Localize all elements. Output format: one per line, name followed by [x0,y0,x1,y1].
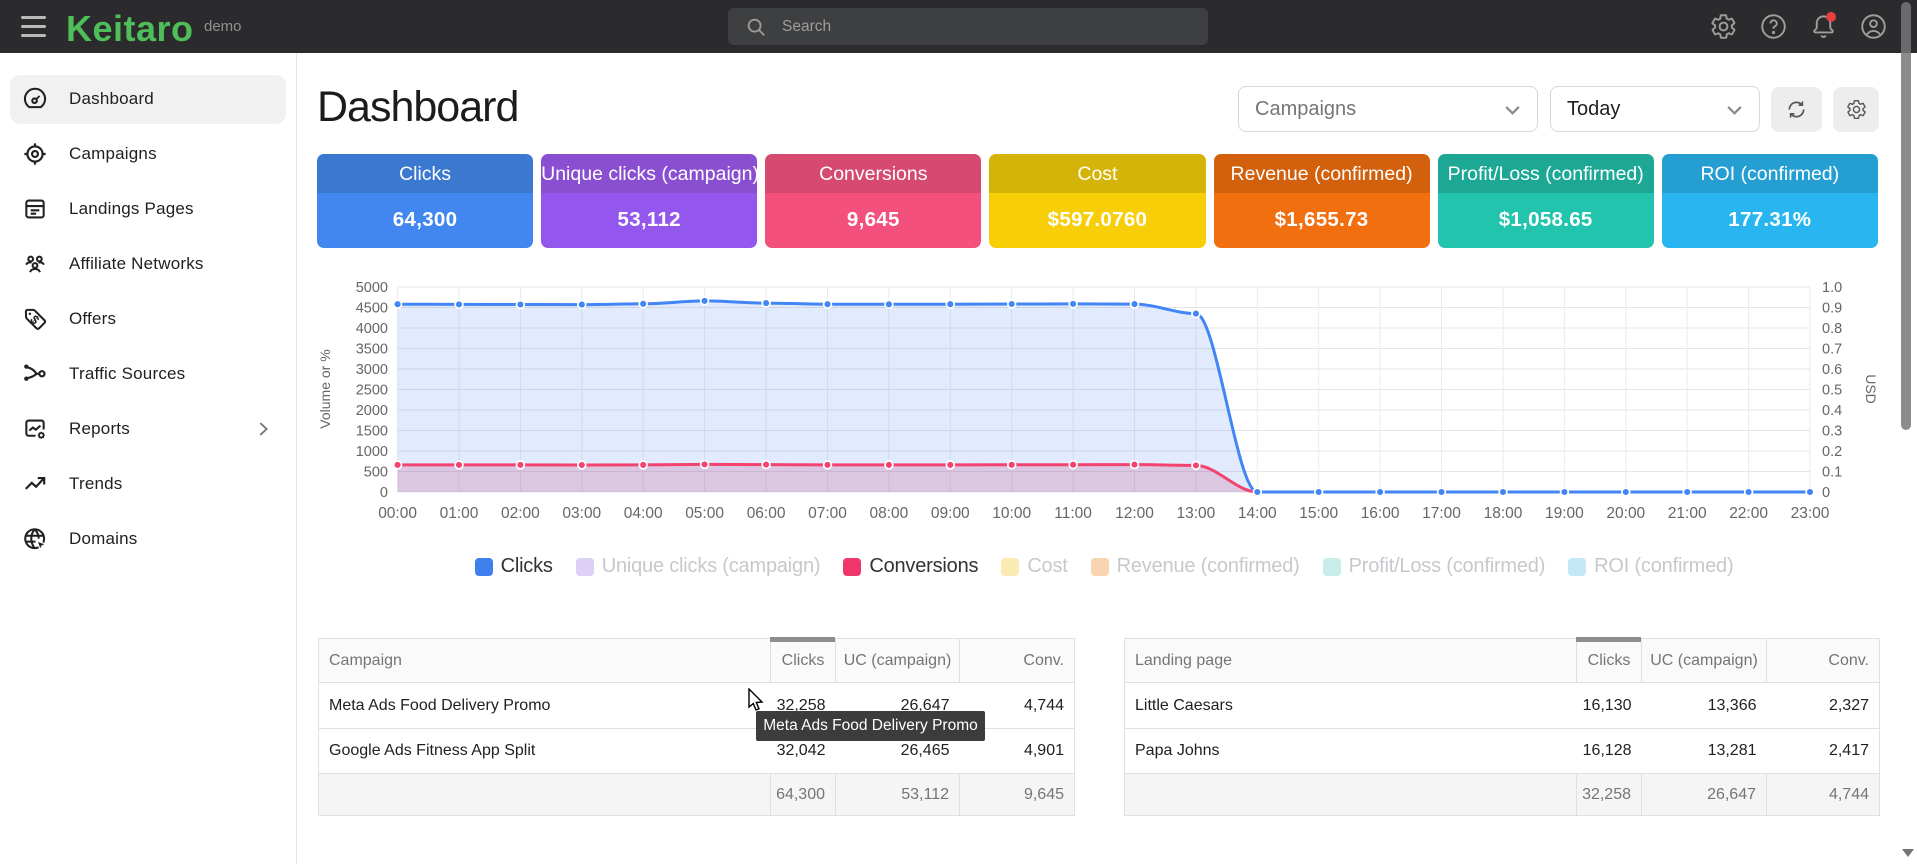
svg-text:0: 0 [380,485,388,501]
svg-text:0: 0 [1822,485,1830,501]
svg-text:0.5: 0.5 [1822,383,1842,399]
svg-text:5000: 5000 [356,280,388,296]
svg-text:22:00: 22:00 [1729,505,1768,522]
svg-text:0.9: 0.9 [1822,301,1842,317]
svg-text:4000: 4000 [356,321,388,337]
svg-text:00:00: 00:00 [378,505,417,522]
svg-text:11:00: 11:00 [1054,505,1092,522]
svg-text:17:00: 17:00 [1422,505,1461,522]
svg-text:01:00: 01:00 [440,505,479,522]
svg-text:1.0: 1.0 [1822,280,1842,296]
svg-text:0.8: 0.8 [1822,321,1842,337]
svg-text:0.3: 0.3 [1822,424,1842,440]
svg-text:USD: USD [1863,374,1879,404]
svg-text:05:00: 05:00 [685,505,724,522]
svg-text:07:00: 07:00 [808,505,847,522]
svg-text:02:00: 02:00 [501,505,540,522]
svg-text:18:00: 18:00 [1484,505,1523,522]
svg-text:06:00: 06:00 [747,505,786,522]
svg-text:0.2: 0.2 [1822,444,1842,460]
svg-text:Volume or %: Volume or % [317,349,333,428]
svg-text:21:00: 21:00 [1668,505,1707,522]
svg-text:1000: 1000 [356,444,388,460]
svg-text:2000: 2000 [356,403,388,419]
svg-text:23:00: 23:00 [1791,505,1830,522]
svg-text:4500: 4500 [356,301,388,317]
svg-text:10:00: 10:00 [992,505,1031,522]
svg-text:08:00: 08:00 [870,505,909,522]
svg-text:15:00: 15:00 [1299,505,1338,522]
svg-text:19:00: 19:00 [1545,505,1584,522]
svg-text:3500: 3500 [356,342,388,358]
svg-text:2500: 2500 [356,383,388,399]
svg-text:3000: 3000 [356,362,388,378]
svg-text:14:00: 14:00 [1238,505,1277,522]
svg-text:04:00: 04:00 [624,505,663,522]
svg-text:09:00: 09:00 [931,505,970,522]
svg-text:0.1: 0.1 [1822,465,1842,481]
svg-text:1500: 1500 [356,424,388,440]
svg-text:12:00: 12:00 [1115,505,1154,522]
svg-text:13:00: 13:00 [1177,505,1216,522]
svg-text:0.6: 0.6 [1822,362,1842,378]
svg-text:03:00: 03:00 [562,505,601,522]
svg-text:16:00: 16:00 [1361,505,1400,522]
svg-text:500: 500 [364,465,388,481]
svg-text:20:00: 20:00 [1606,505,1645,522]
svg-text:0.7: 0.7 [1822,342,1842,358]
svg-text:0.4: 0.4 [1822,403,1842,419]
